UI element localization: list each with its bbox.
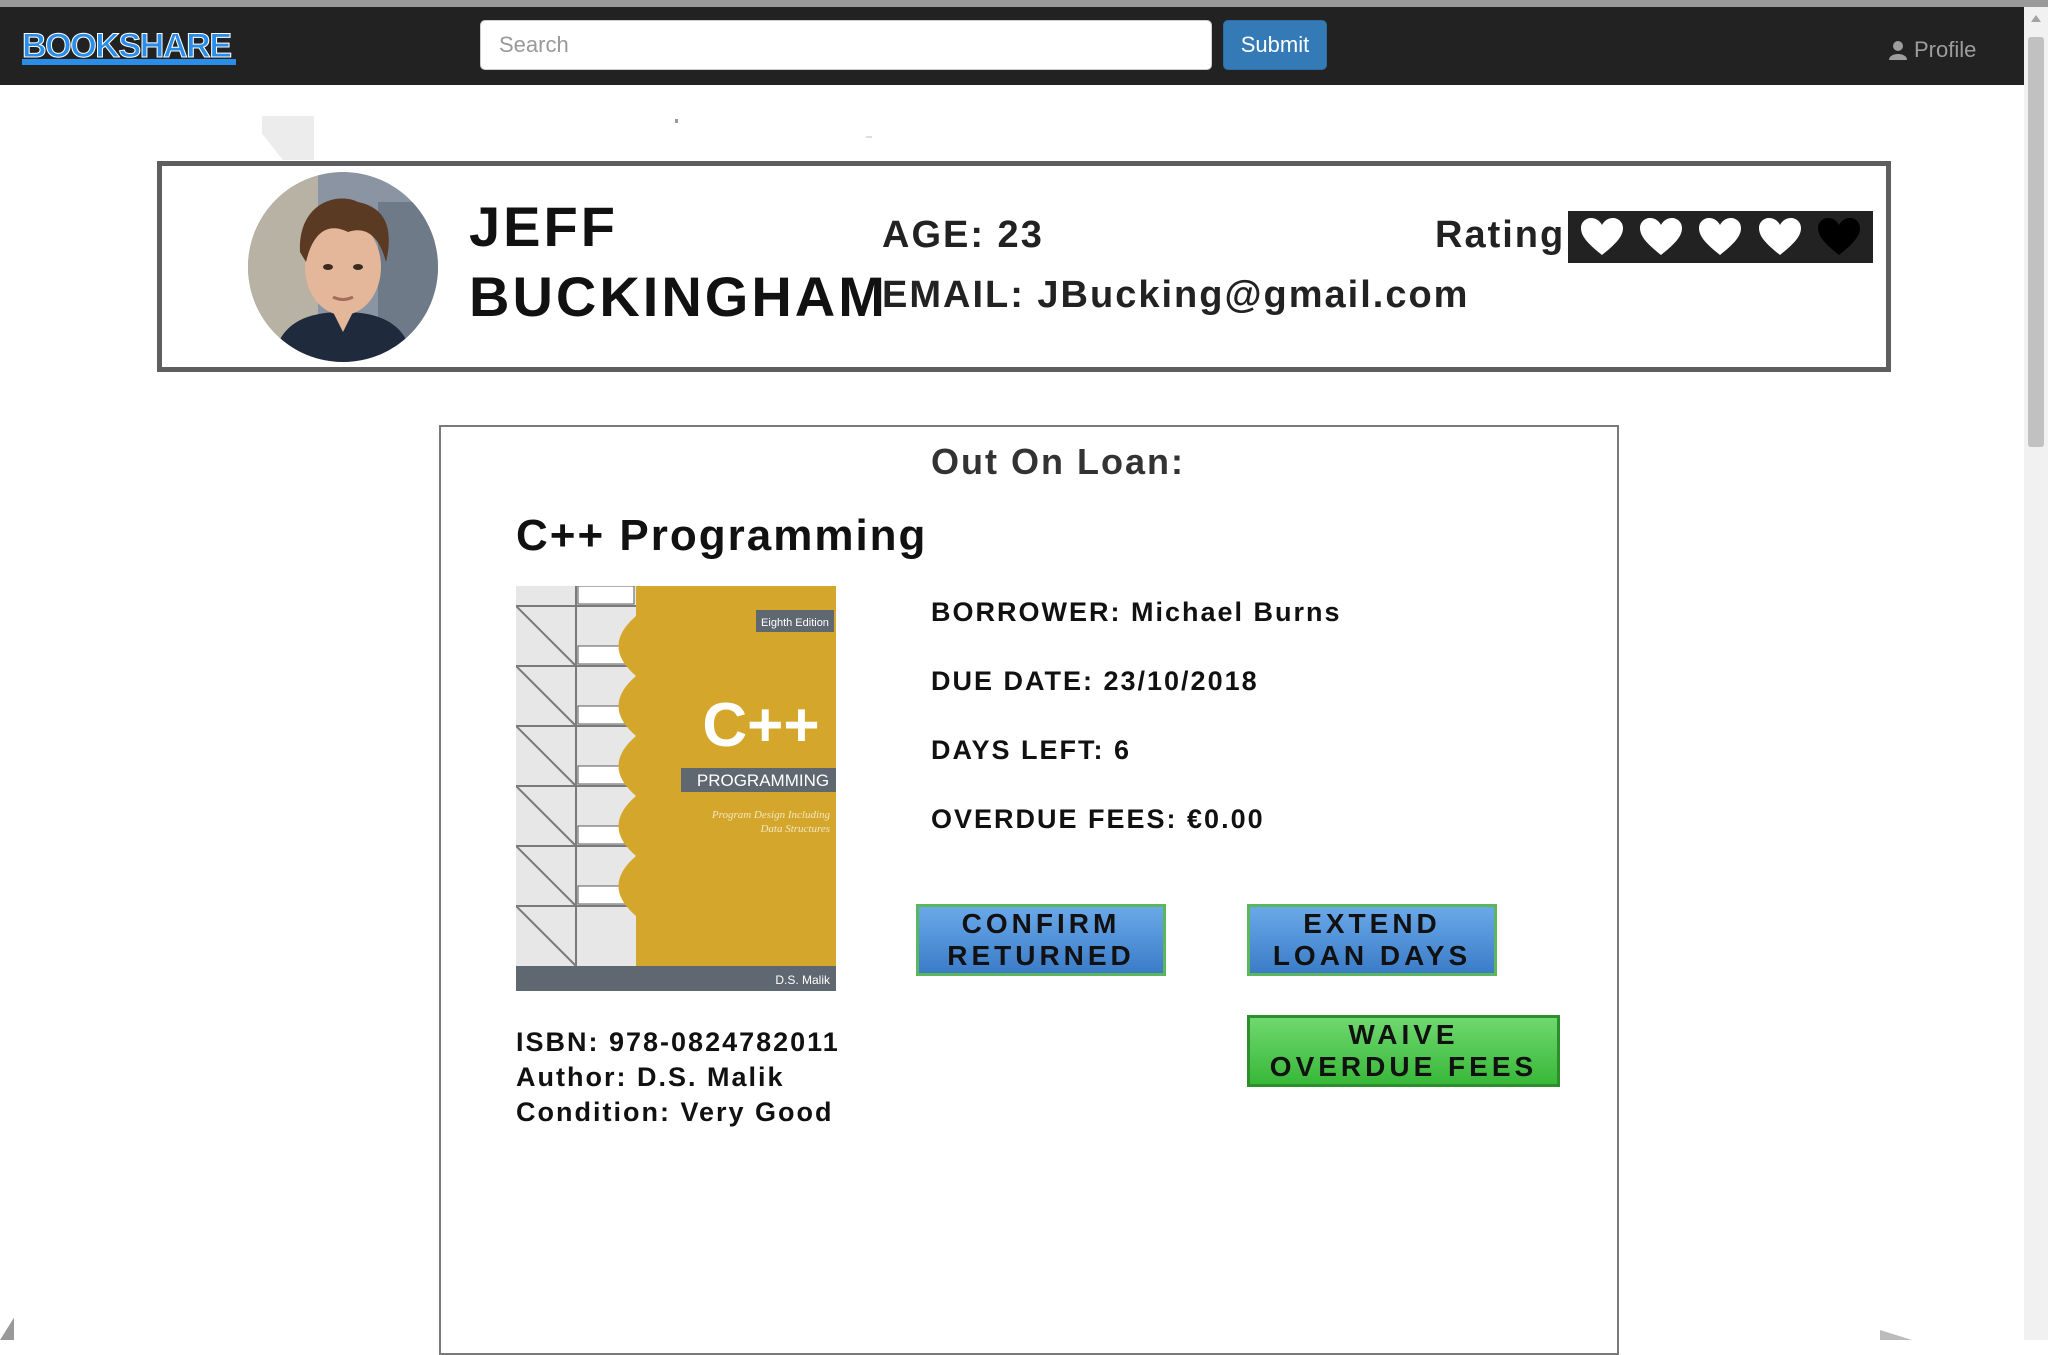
condition-text: Condition: Very Good	[516, 1097, 834, 1127]
scroll-up-arrow-icon[interactable]	[2031, 15, 2041, 22]
extend-loan-days-label: EXTEND LOAN DAYS	[1272, 908, 1472, 971]
heart-icon	[1818, 218, 1861, 255]
cover-author: D.S. Malik	[775, 973, 831, 987]
rating-hearts	[1568, 211, 1873, 263]
decorative-dot	[675, 119, 678, 123]
avatar	[248, 172, 438, 362]
loan-heading: Out On Loan:	[931, 441, 1185, 482]
bookshare-logo[interactable]: BOOKSHARE	[20, 21, 240, 77]
extend-loan-days-button[interactable]: EXTEND LOAN DAYS	[1247, 904, 1497, 976]
days-left-text: DAYS LEFT: 6	[931, 735, 1132, 765]
search-input[interactable]	[480, 20, 1212, 70]
user-age: AGE: 23	[882, 214, 1044, 256]
rating-label: Rating:	[1435, 214, 1580, 256]
cover-tagline-1: Program Design Including	[711, 809, 831, 821]
heart-icon	[1699, 218, 1742, 255]
confirm-returned-label: CONFIRM RETURNED	[947, 908, 1135, 971]
scrollbar-thumb[interactable]	[2028, 37, 2044, 447]
heart-icon	[1758, 218, 1801, 255]
decorative-dot	[866, 136, 872, 138]
waive-overdue-fees-button[interactable]: WAIVE OVERDUE FEES	[1247, 1015, 1560, 1087]
navbar: BOOKSHARE Submit Profile	[0, 7, 2024, 85]
profile-label: Profile	[1914, 37, 1977, 62]
isbn-text: ISBN: 978-0824782011	[516, 1027, 840, 1057]
heart-icon	[1640, 218, 1683, 255]
decorative-fragment	[262, 116, 314, 160]
decorative-corner	[1880, 1330, 1912, 1340]
logo-text: BOOKSHARE	[22, 27, 232, 65]
book-meta: ISBN: 978-0824782011 Author: D.S. Malik …	[516, 1025, 840, 1130]
overdue-fees-text: OVERDUE FEES: €0.00	[931, 804, 1265, 834]
book-title: C++ Programming	[516, 511, 928, 560]
out-on-loan-panel: Out On Loan: C++ Programming Eighth Edit…	[439, 425, 1619, 1355]
page-scrollbar[interactable]	[2024, 7, 2048, 1340]
cover-big-title: C++	[702, 691, 819, 760]
window-top-strip	[0, 0, 2048, 7]
due-date-text: DUE DATE: 23/10/2018	[931, 666, 1259, 696]
profile-link[interactable]: Profile	[1888, 37, 1976, 63]
waive-overdue-fees-label: WAIVE OVERDUE FEES	[1269, 1019, 1538, 1082]
decorative-corner	[0, 1317, 14, 1340]
cover-edition-text: Eighth Edition	[761, 617, 829, 629]
borrower-text: BORROWER: Michael Burns	[931, 597, 1342, 627]
book-cover-image: Eighth Edition C++ PROGRAMMING Program D…	[516, 586, 836, 991]
user-last-name: BUCKINGHAM	[469, 265, 888, 328]
confirm-returned-button[interactable]: CONFIRM RETURNED	[916, 904, 1166, 976]
cover-tagline-2: Data Structures	[759, 823, 830, 835]
submit-button[interactable]: Submit	[1223, 20, 1327, 70]
cover-subtitle: PROGRAMMING	[697, 771, 829, 790]
heart-icon	[1580, 218, 1623, 255]
user-icon	[1889, 41, 1907, 60]
user-first-name: JEFF	[469, 195, 618, 258]
user-email: EMAIL: JBucking@gmail.com	[882, 274, 1470, 316]
user-name: JEFF BUCKINGHAM	[469, 192, 888, 332]
author-text: Author: D.S. Malik	[516, 1062, 785, 1092]
user-profile-card: JEFF BUCKINGHAM AGE: 23 EMAIL: JBucking@…	[157, 161, 1891, 372]
